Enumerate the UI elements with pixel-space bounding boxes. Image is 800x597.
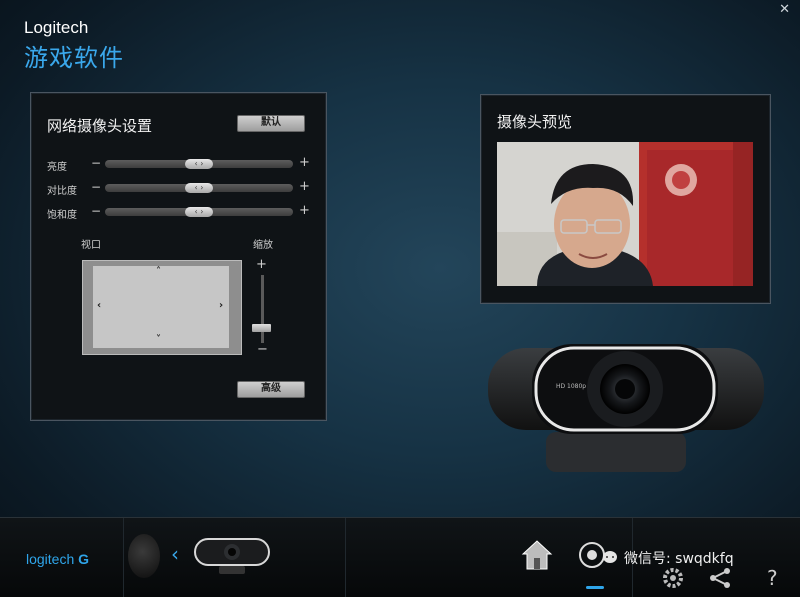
active-indicator xyxy=(586,586,604,589)
contrast-minus-button[interactable]: − xyxy=(91,180,101,194)
brightness-thumb[interactable]: ‹ › xyxy=(185,159,213,169)
back-arrow-icon[interactable]: ‹ xyxy=(171,542,179,566)
pan-left-icon[interactable]: ‹ xyxy=(97,300,101,311)
help-icon[interactable]: ? xyxy=(762,565,786,589)
zoom-plus-button[interactable]: + xyxy=(256,257,267,272)
gear-icon[interactable] xyxy=(660,565,686,591)
brightness-minus-button[interactable]: − xyxy=(91,156,101,170)
saturation-label: 饱和度 xyxy=(47,210,77,221)
saturation-thumb[interactable]: ‹ › xyxy=(185,207,213,217)
contrast-track[interactable]: ‹ › xyxy=(105,183,293,193)
preview-image xyxy=(497,142,753,286)
close-icon[interactable]: ✕ xyxy=(779,2,790,17)
saturation-plus-button[interactable]: + xyxy=(299,203,310,218)
contrast-slider-row: 对比度 − ‹ › + xyxy=(47,179,312,197)
zoom-thumb[interactable] xyxy=(252,324,271,333)
saturation-minus-button[interactable]: − xyxy=(91,204,101,218)
brightness-label: 亮度 xyxy=(47,162,67,173)
contrast-label: 对比度 xyxy=(47,186,77,197)
zoom-label: 缩放 xyxy=(253,240,273,251)
saturation-track[interactable]: ‹ › xyxy=(105,207,293,217)
camera-preview-panel: 摄像头预览 xyxy=(480,94,771,304)
contrast-plus-button[interactable]: + xyxy=(299,179,310,194)
contrast-thumb[interactable]: ‹ › xyxy=(185,183,213,193)
saturation-slider-row: 饱和度 − ‹ › + xyxy=(47,203,312,221)
brand-logo-text: Logitech xyxy=(24,18,89,37)
zoom-track[interactable] xyxy=(261,275,264,343)
footer-bar: logitech G ‹ 微信号: swqdkfq ? xyxy=(0,517,800,597)
brightness-slider-row: 亮度 − ‹ › + xyxy=(47,155,312,173)
home-icon[interactable] xyxy=(520,538,554,572)
svg-text:?: ? xyxy=(767,566,778,589)
footer-logo: logitech G xyxy=(26,551,90,567)
webcam-settings-panel: 网络摄像头设置 默认 亮度 − ‹ › + 对比度 − ‹ › + 饱和度 − … xyxy=(30,92,327,421)
camera-model-text: HD 1080p xyxy=(556,383,586,390)
viewport-label: 视口 xyxy=(81,240,101,251)
zoom-minus-button[interactable]: − xyxy=(257,342,268,357)
pan-down-icon[interactable]: ˅ xyxy=(156,334,161,345)
share-icon[interactable] xyxy=(708,566,732,590)
device-webcam-icon[interactable] xyxy=(193,535,271,575)
chat-icon xyxy=(603,551,617,563)
viewport-area[interactable]: ˄ ˅ ‹ › xyxy=(93,266,229,348)
brightness-plus-button[interactable]: + xyxy=(299,155,310,170)
preview-video-feed xyxy=(497,142,753,286)
default-button[interactable]: 默认 xyxy=(237,115,305,132)
advanced-button[interactable]: 高级 xyxy=(237,381,305,398)
brightness-track[interactable]: ‹ › xyxy=(105,159,293,169)
webcam-image: HD 1080p xyxy=(488,344,764,472)
device-dial-icon xyxy=(128,534,160,578)
pan-up-icon[interactable]: ˄ xyxy=(156,266,161,277)
viewport-pan-control[interactable]: ˄ ˅ ‹ › xyxy=(82,260,242,355)
pan-right-icon[interactable]: › xyxy=(219,300,223,311)
preview-title: 摄像头预览 xyxy=(497,113,573,131)
app-title: 游戏软件 xyxy=(24,44,124,72)
settings-title: 网络摄像头设置 xyxy=(47,117,153,135)
